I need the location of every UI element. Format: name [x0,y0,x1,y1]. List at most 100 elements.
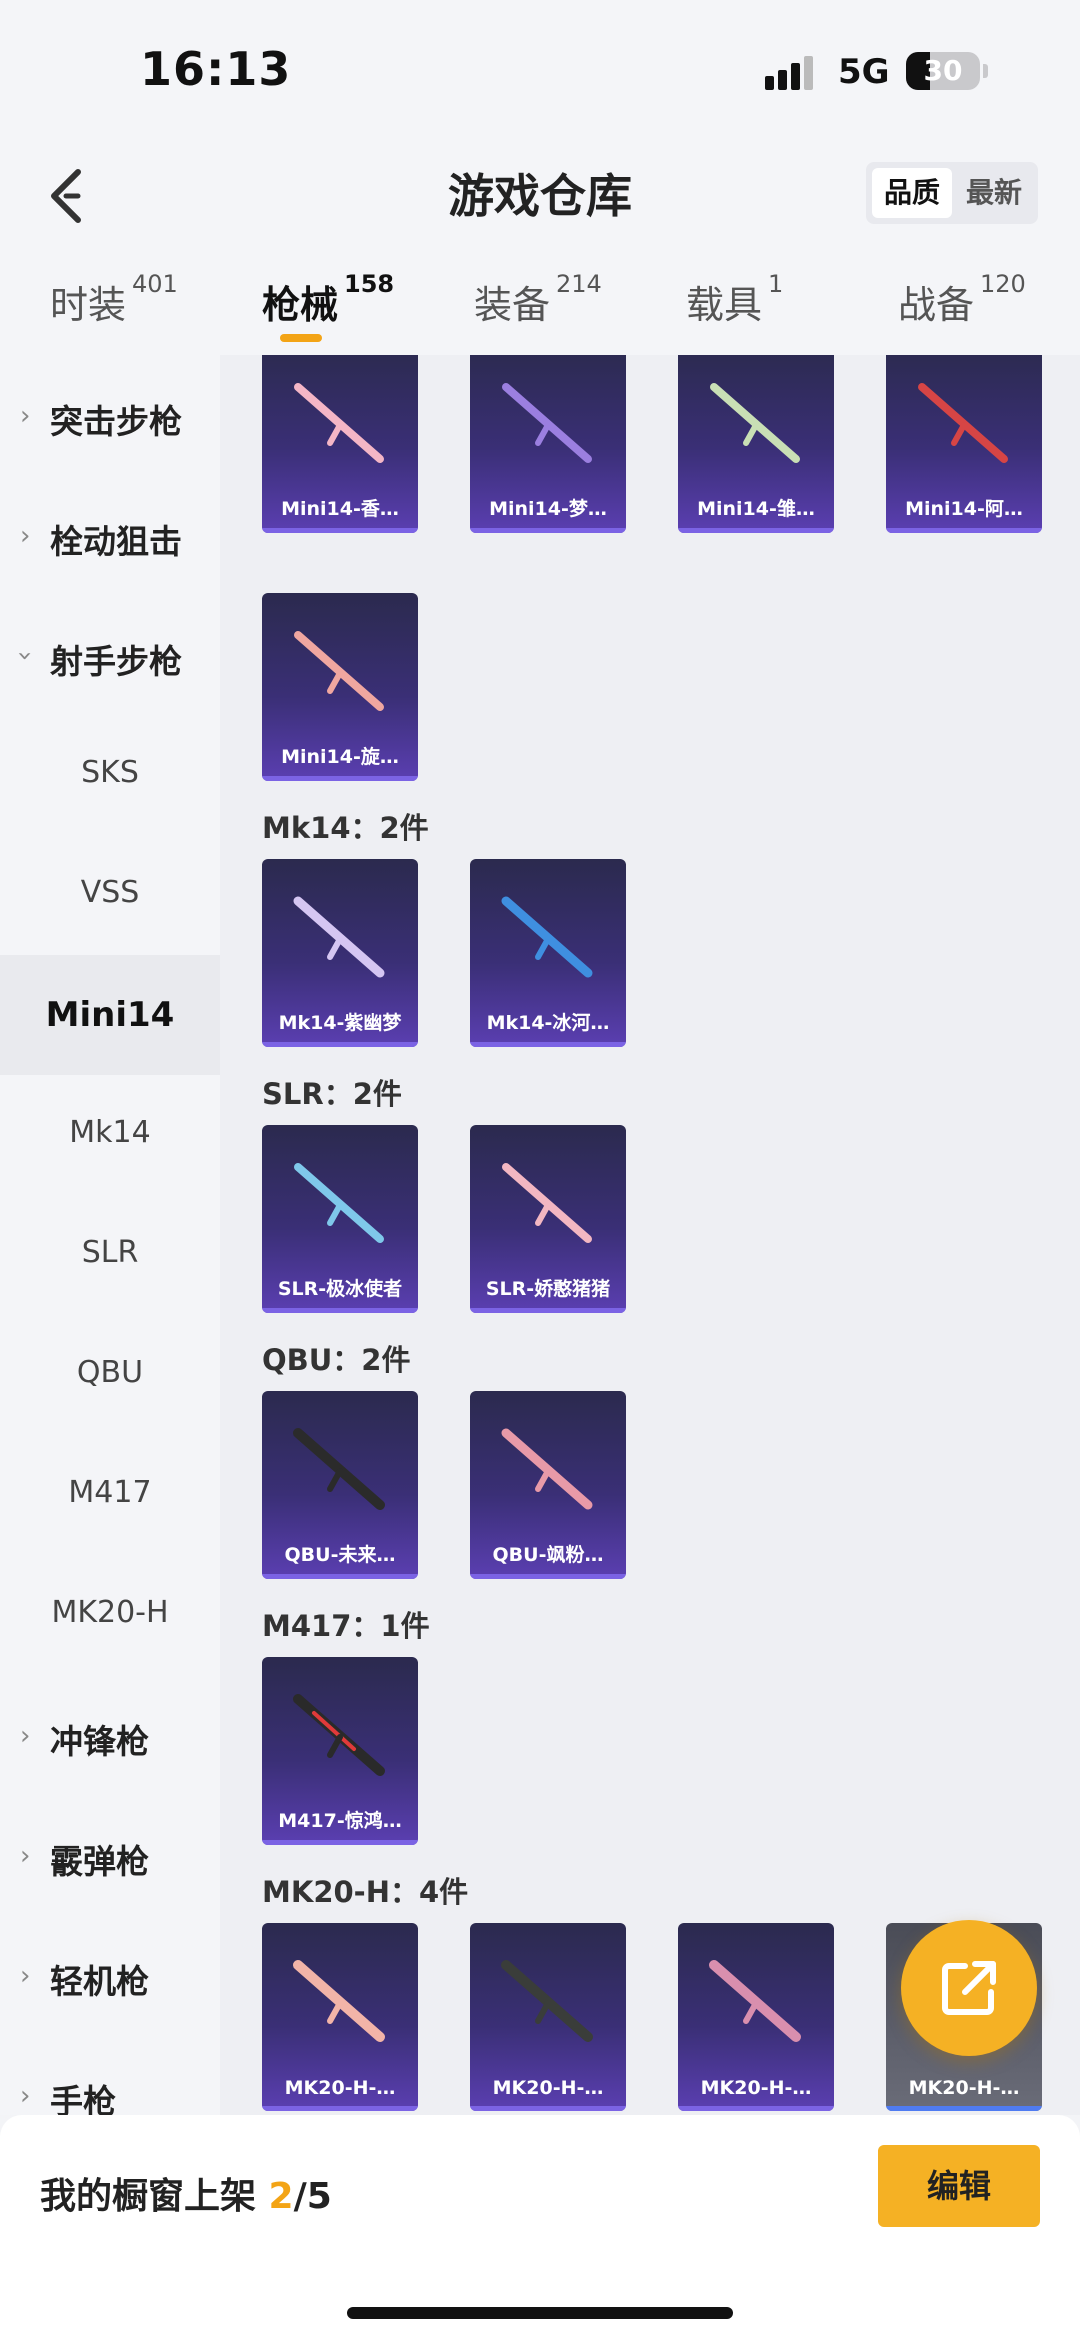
tab-label: 时装 [50,283,127,327]
sort-quality-button[interactable]: 品质 [872,168,952,218]
rifle-icon [293,1960,385,2042]
sidebar-item-lmg[interactable]: › 轻机枪 [0,1915,220,2035]
tab-count: 158 [344,270,395,298]
skin-name: Mk14-冰河… [486,1012,610,1034]
rarity-bar [262,1042,418,1047]
sidebar-item-mk14[interactable]: Mk14 [0,1075,220,1195]
tab-fashion[interactable]: 时装 401 [50,270,178,329]
group-label-m417: M417：1件 [262,1609,430,1643]
skin-card[interactable]: SLR-娇憨猪猪 [470,1125,626,1313]
tab-label: 载具 [686,283,763,327]
share-button[interactable] [901,1920,1037,2056]
skin-card[interactable]: SLR-极冰使者 [262,1125,418,1313]
sidebar-item-label: 射手步枪 [50,642,182,681]
rifle-icon [501,896,593,978]
skin-name: Mini14-阿… [905,498,1023,520]
tab-equipment[interactable]: 装备 214 [474,270,602,329]
sidebar-item-label: 轻机枪 [50,1962,149,2001]
sidebar-item-qbu[interactable]: QBU [0,1315,220,1435]
skin-card[interactable]: Mini14-旋… [262,593,418,781]
skin-card[interactable]: Mini14-阿… [886,355,1042,533]
rifle-icon [502,1163,592,1243]
skin-card[interactable]: QBU-飒粉… [470,1391,626,1579]
sidebar-item-assault-rifle[interactable]: › 突击步枪 [0,355,220,475]
skin-name: MK20-H-… [908,2077,1020,2099]
sidebar-item-label: 霰弹枪 [50,1842,149,1881]
sidebar-item-label: 栓动狙击 [50,522,182,561]
skin-card[interactable]: Mini14-梦… [470,355,626,533]
sort-newest-button[interactable]: 最新 [954,168,1034,218]
nav-header: 游戏仓库 品质 最新 [0,140,1080,260]
sidebar-item-label: QBU [76,1355,144,1390]
showcase-current: 2 [268,2176,294,2217]
rifle-icon [293,1428,385,1510]
tab-count: 120 [980,270,1026,298]
chevron-right-icon: › [20,2081,31,2111]
chevron-right-icon: › [20,521,31,551]
skin-card[interactable]: QBU-未来… [262,1391,418,1579]
sidebar-item-label: VSS [80,875,140,910]
rarity-bar [470,1308,626,1313]
sidebar-item-smg[interactable]: › 冲锋枪 [0,1675,220,1795]
rifle-icon [710,383,800,463]
sidebar-item-m417[interactable]: M417 [0,1435,220,1555]
skin-name: Mini14-香… [281,498,399,520]
skin-name: Mini14-雏… [697,498,815,520]
rifle-icon [294,383,384,463]
rarity-bar [262,2106,418,2111]
sidebar-item-vss[interactable]: VSS [0,835,220,955]
skin-card[interactable]: M417-惊鸿… [262,1657,418,1845]
rarity-bar [262,528,418,533]
chevron-right-icon: › [20,1841,31,1871]
skin-card[interactable]: Mini14-香… [262,355,418,533]
sidebar-item-sks[interactable]: SKS [0,715,220,835]
skin-card[interactable]: Mk14-紫幽梦 [262,859,418,1047]
group-label-qbu: QBU：2件 [262,1343,411,1377]
rifle-icon [501,1960,593,2042]
sidebar-item-bolt-sniper[interactable]: › 栓动狙击 [0,475,220,595]
tab-firearms[interactable]: 枪械 158 [262,270,394,329]
sidebar-item-slr[interactable]: SLR [0,1195,220,1315]
chevron-down-icon: › [10,650,41,662]
rarity-bar [262,1308,418,1313]
tab-label: 枪械 [262,283,339,327]
rarity-bar [470,528,626,533]
skin-card[interactable]: MK20-H-… [678,1923,834,2111]
showcase-total: /5 [293,2176,332,2217]
tab-count: 1 [768,270,784,298]
tab-supplies[interactable]: 战备 120 [898,270,1026,329]
rifle-icon [293,896,385,978]
skin-name: QBU-未来… [284,1544,396,1566]
skin-card[interactable]: MK20-H-… [262,1923,418,2111]
sidebar-item-marksman-rifle[interactable]: › 射手步枪 [0,595,220,715]
skin-name: QBU-飒粉… [492,1544,604,1566]
skin-card[interactable]: Mini14-雏… [678,355,834,533]
showcase-label: 我的橱窗上架 [40,2176,269,2217]
rifle-icon [501,1428,593,1510]
edit-button[interactable]: 编辑 [878,2145,1040,2227]
rifle-icon [502,383,592,463]
rifle-icon [709,1960,801,2042]
battery-level: 30 [923,54,963,87]
sidebar-item-mk20h[interactable]: MK20-H [0,1555,220,1675]
tab-label: 战备 [898,283,975,327]
weapon-sidebar: › 突击步枪 › 栓动狙击 › 射手步枪 SKS VSS Mini14 Mk14… [0,355,220,2115]
skin-name: Mini14-梦… [489,498,607,520]
external-share-icon [942,1961,996,2015]
home-indicator [347,2307,733,2319]
sidebar-item-pistol[interactable]: › 手枪 [0,2035,220,2115]
skin-card[interactable]: Mk14-冰河… [470,859,626,1047]
sidebar-item-label: Mk14 [69,1115,151,1150]
skin-card[interactable]: MK20-H-… [470,1923,626,2111]
rarity-bar [470,1042,626,1047]
status-bar: 16:13 5G 30 [0,0,1080,140]
sidebar-item-label: 突击步枪 [50,402,182,441]
sidebar-item-mini14[interactable]: Mini14 [0,955,220,1075]
skin-name: M417-惊鸿… [278,1810,402,1832]
tab-vehicles[interactable]: 载具 1 [686,270,783,329]
rarity-bar [470,2106,626,2111]
chevron-right-icon: › [20,1961,31,1991]
sidebar-item-label: M417 [68,1475,152,1510]
sidebar-item-shotgun[interactable]: › 霰弹枪 [0,1795,220,1915]
group-label-mk14: Mk14：2件 [262,811,429,845]
